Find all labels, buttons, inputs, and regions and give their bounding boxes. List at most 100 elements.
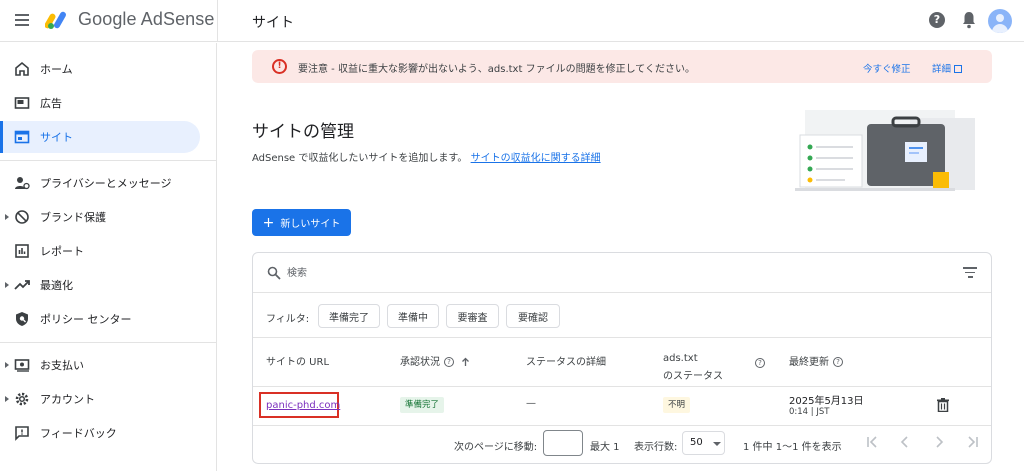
last-page-icon[interactable] [964, 433, 982, 451]
site-url-highlight: panic-phd.com [259, 392, 340, 418]
details-link[interactable]: 詳細 [932, 61, 963, 75]
column-header-ads-txt: ads.txt [663, 353, 698, 364]
site-link[interactable]: panic-phd.com [266, 400, 340, 411]
ads-txt-status-badge: 不明 [663, 397, 691, 413]
error-icon: ! [272, 59, 287, 74]
section-description-text: AdSense で収益化したいサイトを追加します。 [252, 153, 468, 164]
sidebar-item-account[interactable]: アカウント [0, 383, 200, 415]
monetization-help-link[interactable]: サイトの収益化に関する詳細 [471, 153, 601, 164]
delete-icon[interactable] [937, 398, 949, 412]
site-management-illustration [795, 110, 975, 191]
sidebar-divider [0, 342, 217, 343]
page-title: サイト [252, 15, 294, 31]
sites-icon [14, 130, 30, 144]
help-circle-icon[interactable]: ? [444, 357, 454, 367]
filter-chip-ready[interactable]: 準備完了 [318, 304, 380, 328]
sidebar-item-label: ポリシー センター [40, 313, 132, 326]
search-icon [267, 266, 281, 280]
block-icon [15, 210, 29, 224]
home-icon [15, 61, 29, 76]
goto-page-input[interactable] [543, 430, 583, 456]
trending-icon [14, 280, 30, 290]
payments-icon [14, 359, 30, 372]
first-page-icon[interactable] [863, 433, 881, 451]
top-divider [217, 0, 218, 42]
range-label: 1 件中 1〜1 件を表示 [743, 442, 842, 453]
filter-chip-preparing[interactable]: 準備中 [387, 304, 439, 328]
sidebar-item-label: レポート [40, 245, 84, 258]
filter-chip-needs-review[interactable]: 要審査 [446, 304, 499, 328]
sort-arrow-up-icon[interactable] [461, 357, 470, 367]
help-icon[interactable]: ? [929, 12, 945, 28]
ads-txt-alert-banner: ! 要注意 - 収益に重大な影響が出ないよう、ads.txt ファイルの問題を修… [252, 50, 992, 83]
sidebar-item-home[interactable]: ホーム [0, 53, 200, 85]
policy-shield-icon [16, 312, 28, 326]
filter-row: フィルタ: 準備完了 準備中 要審査 要確認 [253, 294, 991, 338]
ads-txt-help-icon[interactable]: ? [755, 358, 765, 369]
adsense-logo [45, 11, 66, 29]
search-input[interactable] [287, 264, 887, 282]
filter-label: フィルタ: [266, 314, 310, 325]
filter-list-icon[interactable] [963, 267, 977, 279]
avatar[interactable] [988, 9, 1012, 33]
top-app-bar: Google AdSense サイト ? [0, 0, 1024, 42]
add-site-button[interactable]: + 新しいサイト [252, 209, 351, 236]
column-header-approval-label: 承認状況 [400, 357, 440, 368]
sidebar-item-brand-protection[interactable]: ブランド保護 [0, 201, 200, 233]
last-updated-date: 2025年5月13日 [789, 396, 864, 407]
feedback-icon [15, 426, 29, 441]
sidebar-item-label: お支払い [40, 359, 84, 372]
column-header-status-details: ステータスの詳細 [526, 357, 606, 368]
expand-caret-icon [5, 282, 9, 288]
report-icon [15, 244, 29, 258]
table-header-divider [253, 386, 991, 387]
status-details-value: — [526, 398, 536, 409]
column-header-last-updated: 最終更新? [789, 353, 843, 368]
sidebar-item-payments[interactable]: お支払い [0, 349, 200, 381]
dropdown-arrow-icon [713, 442, 721, 446]
add-site-label: 新しいサイト [280, 219, 341, 230]
rows-per-page-value: 50 [690, 437, 703, 448]
status-badge-ready: 準備完了 [400, 397, 445, 413]
notifications-icon[interactable] [961, 11, 977, 29]
sidebar-item-label: サイト [40, 131, 73, 144]
sidebar-item-sites[interactable]: サイト [0, 121, 200, 153]
column-header-approval[interactable]: 承認状況? [400, 353, 470, 368]
sidebar-item-label: ブランド保護 [40, 211, 106, 224]
help-circle-icon[interactable]: ? [833, 357, 843, 367]
column-header-site-url[interactable]: サイトの URL [266, 353, 329, 368]
search-bar [253, 253, 991, 293]
rows-per-page-select[interactable]: 50 [682, 431, 725, 455]
ads-icon [14, 97, 30, 109]
section-title: サイトの管理 [252, 122, 354, 142]
sidebar-item-privacy[interactable]: プライバシーとメッセージ [0, 167, 200, 199]
fix-now-link[interactable]: 今すぐ修正 [863, 61, 911, 75]
sidebar-item-ads[interactable]: 広告 [0, 87, 200, 119]
sidebar-item-label: 広告 [40, 97, 62, 110]
previous-page-icon[interactable] [896, 433, 914, 451]
sidebar-item-policy-center[interactable]: ポリシー センター [0, 303, 200, 335]
gear-icon [15, 392, 29, 406]
brand-name: Google AdSense [78, 9, 215, 29]
last-updated-time: 0:14 | JST [789, 407, 830, 417]
sidebar-item-reports[interactable]: レポート [0, 235, 200, 267]
alert-text: 要注意 - 収益に重大な影響が出ないよう、ads.txt ファイルの問題を修正し… [298, 64, 695, 75]
menu-icon[interactable] [13, 11, 31, 29]
sidebar-item-optimization[interactable]: 最適化 [0, 269, 200, 301]
sidebar-item-label: プライバシーとメッセージ [40, 177, 172, 190]
filter-chip-needs-attention[interactable]: 要確認 [506, 304, 560, 328]
rows-per-page-label: 表示行数: [634, 442, 678, 453]
sidebar-item-label: 最適化 [40, 279, 73, 292]
sites-table-card: フィルタ: 準備完了 準備中 要審査 要確認 サイトの URL 承認状況? ステ… [252, 252, 992, 464]
next-page-icon[interactable] [930, 433, 948, 451]
section-description: AdSense で収益化したいサイトを追加します。 サイトの収益化に関する詳細 [252, 149, 601, 164]
plus-icon: + [262, 214, 275, 231]
sidebar: ホーム 広告 サイト プライバシーとメッセージ ブランド保護 レポート 最適化 … [0, 43, 217, 471]
external-link-icon [954, 65, 963, 73]
sidebar-item-feedback[interactable]: フィードバック [0, 417, 200, 449]
help-circle-icon[interactable]: ? [755, 358, 765, 368]
privacy-icon [15, 177, 30, 190]
goto-page-label: 次のページに移動: [454, 442, 538, 453]
sidebar-divider [0, 160, 217, 161]
max-page-label: 最大 1 [590, 442, 620, 453]
